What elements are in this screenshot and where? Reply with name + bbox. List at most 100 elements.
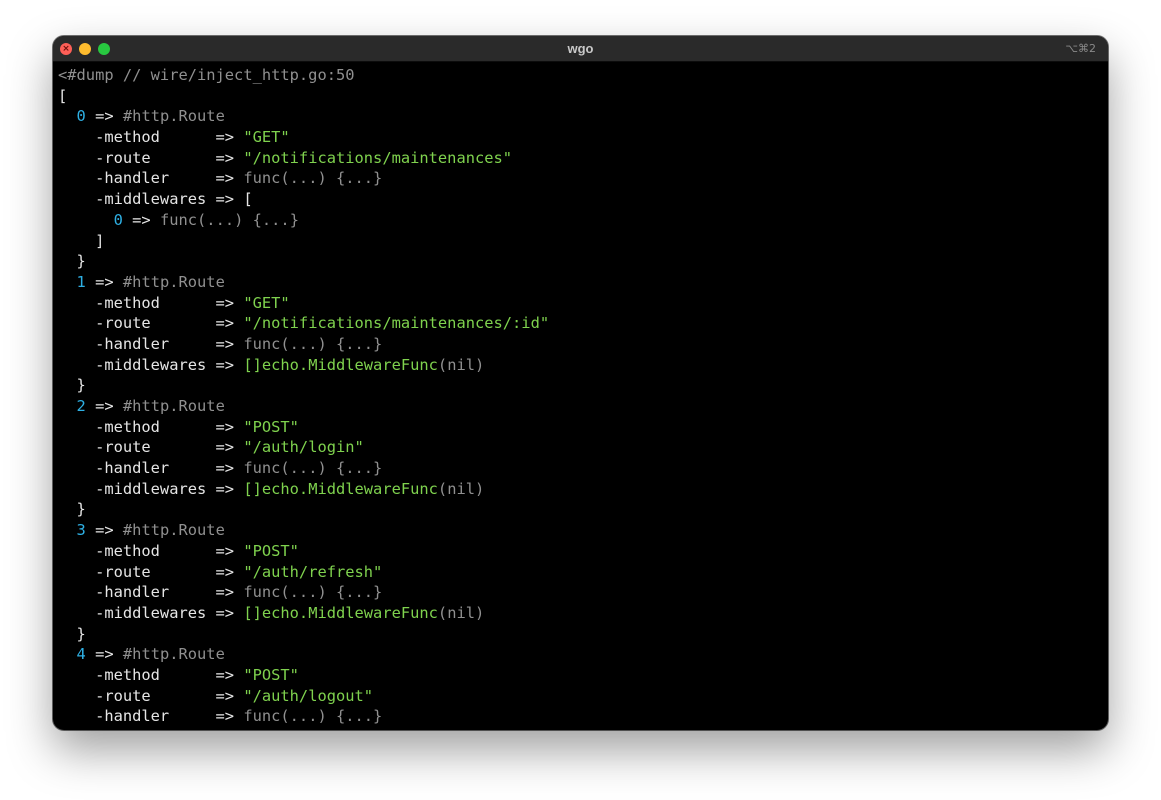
terminal-line: 4 => #http.Route <box>58 644 1108 665</box>
line-segment <box>58 273 77 291</box>
line-segment: -middlewares => [ <box>58 190 253 209</box>
window-title: wgo <box>567 41 594 56</box>
terminal-line: -handler => func(...) {...} <box>58 334 1108 355</box>
line-segment: -middlewares => <box>58 603 244 622</box>
window-shortcut: ⌥⌘2 <box>1065 42 1096 55</box>
terminal-line: -route => "/auth/refresh" <box>58 562 1108 583</box>
line-segment: => <box>85 272 123 291</box>
line-segment: => <box>85 107 123 126</box>
line-segment: []echo.MiddlewareFunc <box>243 355 438 374</box>
terminal-line: -middlewares => [ <box>58 189 1108 210</box>
title-bar: × wgo ⌥⌘2 <box>53 36 1108 62</box>
line-segment: #http.Route <box>122 107 225 126</box>
terminal-line: -handler => func(...) {...} <box>58 582 1108 603</box>
line-segment: #http.Route <box>122 521 225 540</box>
line-segment: "/auth/refresh" <box>243 562 383 581</box>
line-segment: -route => <box>58 148 244 167</box>
terminal-line: -method => "GET" <box>58 127 1108 148</box>
line-segment: -middlewares => <box>58 355 244 374</box>
terminal-line: -handler => func(...) {...} <box>58 706 1108 727</box>
terminal-line: -handler => func(...) {...} <box>58 458 1108 479</box>
line-segment: func(...) {...} <box>243 169 383 188</box>
line-segment: -method => <box>58 417 244 436</box>
line-segment: "/notifications/maintenances" <box>243 148 513 167</box>
line-segment: } <box>58 624 86 643</box>
line-segment <box>58 107 77 125</box>
terminal-line: -middlewares => []echo.MiddlewareFunc(ni… <box>58 603 1108 624</box>
line-segment: => <box>85 645 123 664</box>
terminal-line: } <box>58 375 1108 396</box>
terminal-line: -middlewares => []echo.MiddlewareFunc(ni… <box>58 355 1108 376</box>
line-segment: #http.Route <box>122 645 225 664</box>
terminal-line: 2 => #http.Route <box>58 396 1108 417</box>
terminal-line: ] <box>58 231 1108 252</box>
terminal-line: } <box>58 499 1108 520</box>
line-segment: -route => <box>58 314 244 333</box>
terminal-line: 0 => #http.Route <box>58 106 1108 127</box>
terminal-line: } <box>58 251 1108 272</box>
line-segment <box>58 397 77 415</box>
terminal-line: 3 => #http.Route <box>58 520 1108 541</box>
line-segment: "POST" <box>243 417 299 436</box>
line-segment <box>58 211 114 229</box>
line-segment: #http.Route <box>122 397 225 415</box>
line-segment: func(...) {...} <box>159 210 299 229</box>
line-segment: 0 <box>76 107 86 126</box>
line-segment: []echo.MiddlewareFunc <box>243 603 438 622</box>
line-segment: func(...) {...} <box>243 334 383 353</box>
terminal-line: <#dump // wire/inject_http.go:50 <box>58 65 1108 86</box>
line-segment <box>58 645 77 663</box>
terminal-line: -route => "/auth/logout" <box>58 686 1108 707</box>
line-segment: "POST" <box>243 665 299 684</box>
line-segment: -route => <box>58 438 244 457</box>
line-segment: [ <box>58 86 68 105</box>
line-segment: -method => <box>58 293 244 312</box>
line-segment: func(...) {...} <box>243 583 383 602</box>
terminal-output[interactable]: <#dump // wire/inject_http.go:50 [ 0 => #… <box>58 65 1108 727</box>
line-segment: } <box>58 252 86 271</box>
terminal-line: -method => "POST" <box>58 417 1108 438</box>
line-segment: => <box>122 210 160 229</box>
terminal-line: 0 => func(...) {...} <box>58 210 1108 231</box>
line-segment: -route => <box>58 562 244 581</box>
line-segment: -handler => <box>58 459 244 478</box>
line-segment: ] <box>58 231 105 250</box>
line-segment: => <box>85 521 123 540</box>
line-segment: -handler => <box>58 583 244 602</box>
terminal-line: -route => "/notifications/maintenances/:… <box>58 313 1108 334</box>
line-segment: -method => <box>58 128 244 147</box>
terminal-line: -route => "/auth/login" <box>58 437 1108 458</box>
line-segment: "GET" <box>243 128 290 147</box>
line-segment: => <box>85 397 123 415</box>
terminal-line: 1 => #http.Route <box>58 272 1108 293</box>
line-segment: -method => <box>58 541 244 560</box>
line-segment: (nil) <box>437 603 485 622</box>
terminal-line: -method => "GET" <box>58 293 1108 314</box>
line-segment: "POST" <box>243 541 299 560</box>
line-segment: -handler => <box>58 169 244 188</box>
line-segment: } <box>58 376 86 395</box>
line-segment: -method => <box>58 665 244 684</box>
line-segment: -middlewares => <box>58 479 244 498</box>
line-segment: func(...) {...} <box>243 459 383 478</box>
line-segment: func(...) {...} <box>243 707 383 726</box>
line-segment: []echo.MiddlewareFunc <box>243 479 438 498</box>
line-segment: <#dump // wire/inject_http.go:50 <box>58 66 355 84</box>
line-segment: -route => <box>58 686 244 705</box>
line-segment: "/notifications/maintenances/:id" <box>243 314 550 333</box>
line-segment: -handler => <box>58 334 244 353</box>
line-segment: "/auth/login" <box>243 438 364 457</box>
line-segment: "GET" <box>243 293 290 312</box>
line-segment <box>58 521 77 539</box>
terminal-window: × wgo ⌥⌘2 <#dump // wire/inject_http.go:… <box>53 36 1108 730</box>
line-segment: "/auth/logout" <box>243 686 374 705</box>
line-segment: (nil) <box>437 355 485 374</box>
line-segment: 1 <box>76 272 86 291</box>
terminal-line: [ <box>58 86 1108 107</box>
line-segment: -handler => <box>58 707 244 726</box>
line-segment: 4 <box>76 645 86 664</box>
line-segment: 2 <box>76 397 86 415</box>
terminal-line: -method => "POST" <box>58 541 1108 562</box>
line-segment: #http.Route <box>122 272 225 291</box>
terminal-line: -handler => func(...) {...} <box>58 168 1108 189</box>
